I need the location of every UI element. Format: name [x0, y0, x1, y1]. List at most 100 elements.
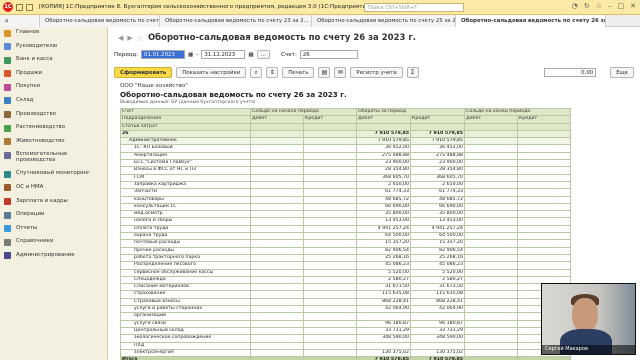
- show-settings-button[interactable]: Показать настройки: [176, 66, 247, 78]
- header-debit: Дебет: [250, 115, 304, 124]
- history-icon[interactable]: ↻: [584, 2, 590, 10]
- tab-osv-20-01[interactable]: Оборотно-сальдовая ведомость по счету 20…: [40, 15, 160, 27]
- row-label: Центральный склад: [120, 326, 251, 336]
- sidebar-item[interactable]: Руководителю: [0, 41, 107, 55]
- period-select-button[interactable]: …: [256, 50, 271, 59]
- opening-credit: [302, 356, 358, 360]
- date-to-calendar-icon[interactable]: ▦: [248, 52, 253, 58]
- opening-debit: [250, 180, 304, 190]
- forward-arrow-icon[interactable]: ▶: [127, 34, 132, 42]
- opening-debit: [250, 159, 304, 168]
- sum-icon[interactable]: Σ: [406, 66, 419, 78]
- opening-debit: [250, 137, 304, 146]
- opening-debit: [250, 312, 304, 321]
- search-icon[interactable]: ⌕: [250, 66, 263, 78]
- tab-start-page[interactable]: ⌂: [0, 15, 40, 27]
- minimize-icon[interactable]: –: [608, 2, 612, 10]
- date-from-calendar-icon[interactable]: ▦: [188, 52, 193, 58]
- sidebar-item[interactable]: Банк и касса: [0, 54, 107, 68]
- sidebar-item[interactable]: Зарплата и кадры: [0, 196, 107, 210]
- table-row: сервисное обслуживание кассы 5 520,00 5 52…: [120, 268, 572, 277]
- turnover-credit: 64 500,00: [410, 232, 466, 241]
- sidebar-item-label: Спутниковый мониторинг: [16, 170, 90, 177]
- sidebar-item[interactable]: Животноводство: [0, 136, 107, 150]
- sidebar-item[interactable]: Администрирование: [0, 250, 107, 264]
- sidebar-item[interactable]: Покупки: [0, 81, 107, 95]
- generate-button[interactable]: Сформировать: [114, 66, 173, 78]
- date-from-field[interactable]: 01.01.2023: [141, 50, 186, 59]
- maximize-icon[interactable]: □: [618, 2, 625, 10]
- section-icon: [4, 97, 11, 105]
- print-button[interactable]: Печать: [282, 66, 315, 78]
- table-row: ГСМ 368 605,70 368 605,70: [120, 173, 572, 182]
- opening-credit: [302, 290, 358, 299]
- closing-credit: [517, 137, 572, 146]
- closing-debit: [464, 210, 519, 219]
- sidebar-item[interactable]: Производство: [0, 109, 107, 123]
- sidebar-item[interactable]: Отчеты: [0, 223, 107, 237]
- opening-debit: [250, 166, 304, 175]
- star-icon[interactable]: ☆: [596, 2, 602, 10]
- section-icon: [4, 70, 11, 78]
- sidebar-item[interactable]: Продажи: [0, 68, 107, 82]
- table-row: Спецодежда 2 580,27 2 580,27: [120, 275, 572, 285]
- sidebar-item[interactable]: Главное: [0, 27, 107, 41]
- sidebar-item-label: Операции: [16, 211, 45, 218]
- row-label: электроэнергия: [120, 348, 251, 358]
- table-row: Амортизация 275 488,88 275 488,88: [120, 151, 572, 161]
- tab-osv-26[interactable]: Оборотно-сальдовая ведомость по счету 26…: [456, 15, 606, 27]
- table-row: налоги и сборы 13 453,00 13 453,00: [120, 217, 572, 226]
- favorite-star-icon[interactable]: ☆: [137, 34, 144, 43]
- sidebar-item-label: Покупки: [16, 83, 41, 90]
- close-icon[interactable]: ✕: [630, 2, 636, 10]
- opening-debit: [250, 188, 304, 197]
- table-row: электроэнергия 130 375,02 130 375,02: [120, 348, 572, 358]
- turnover-debit: 115 635,08: [356, 290, 412, 299]
- opening-credit: [302, 144, 358, 153]
- sidebar-item[interactable]: Справочники: [0, 236, 107, 250]
- date-to-field[interactable]: 31.12.2023: [201, 50, 246, 59]
- turnover-debit: 48 685,72: [356, 195, 412, 204]
- register-button[interactable]: Регистр учета: [350, 66, 403, 78]
- save-icon[interactable]: ▤: [318, 66, 331, 78]
- expand-icon[interactable]: ⇕: [266, 66, 279, 78]
- closing-credit: [517, 239, 572, 248]
- global-search-input[interactable]: Поиск Ctrl+Shift+F: [364, 3, 464, 12]
- sidebar-item[interactable]: Операции: [0, 209, 107, 223]
- sections-panel: Главное Руководителю Банк и касса Продажи По…: [0, 27, 108, 360]
- more-button[interactable]: Еще: [610, 66, 634, 78]
- opening-debit: [250, 129, 304, 139]
- tab-bar: ⌂ Оборотно-сальдовая ведомость по счету …: [0, 15, 640, 27]
- turnover-credit: 36 452,00: [410, 144, 466, 153]
- turnover-credit: 13 453,00: [410, 217, 466, 226]
- turnover-debit: 82 906,54: [356, 246, 412, 255]
- tab-osv-23[interactable]: Оборотно-сальдовая ведомость по счету 23…: [160, 15, 312, 27]
- sidebar-item[interactable]: Растениеводство: [0, 122, 107, 136]
- opening-debit: [250, 173, 304, 182]
- tab-osv-25[interactable]: Оборотно-сальдовая ведомость по счету 25…: [312, 15, 456, 27]
- account-field[interactable]: 26: [299, 50, 358, 59]
- row-label: мед.осмотр: [120, 210, 251, 219]
- closing-debit: [464, 326, 519, 336]
- turnover-credit: 7 910 579,85: [410, 356, 466, 360]
- email-icon[interactable]: ✉: [334, 66, 347, 78]
- back-arrow-icon[interactable]: ◀: [118, 34, 123, 42]
- sidebar-item[interactable]: Склад: [0, 95, 107, 109]
- sidebar-item[interactable]: Спутниковый мониторинг: [0, 168, 107, 182]
- opening-debit: [250, 319, 304, 328]
- sidebar-item[interactable]: ОС и НМА: [0, 182, 107, 196]
- turnover-debit: 2 580,27: [356, 275, 412, 285]
- table-row: организаций: [120, 312, 572, 321]
- header-subdivisions: Подразделения: [120, 115, 251, 124]
- bell-icon[interactable]: ◔: [572, 2, 578, 10]
- opening-credit: [302, 232, 358, 241]
- turnover-debit: 868 228,41: [356, 297, 412, 307]
- turnover-debit: 275 488,88: [356, 151, 412, 161]
- closing-debit: [464, 283, 519, 292]
- closing-debit: [464, 253, 519, 263]
- home-icon[interactable]: [26, 3, 33, 11]
- sidebar-item[interactable]: Вспомогательные производства: [0, 149, 107, 168]
- turnover-credit: 2 580,27: [410, 275, 466, 285]
- closing-debit: [464, 261, 519, 270]
- menu-icon[interactable]: [16, 3, 23, 11]
